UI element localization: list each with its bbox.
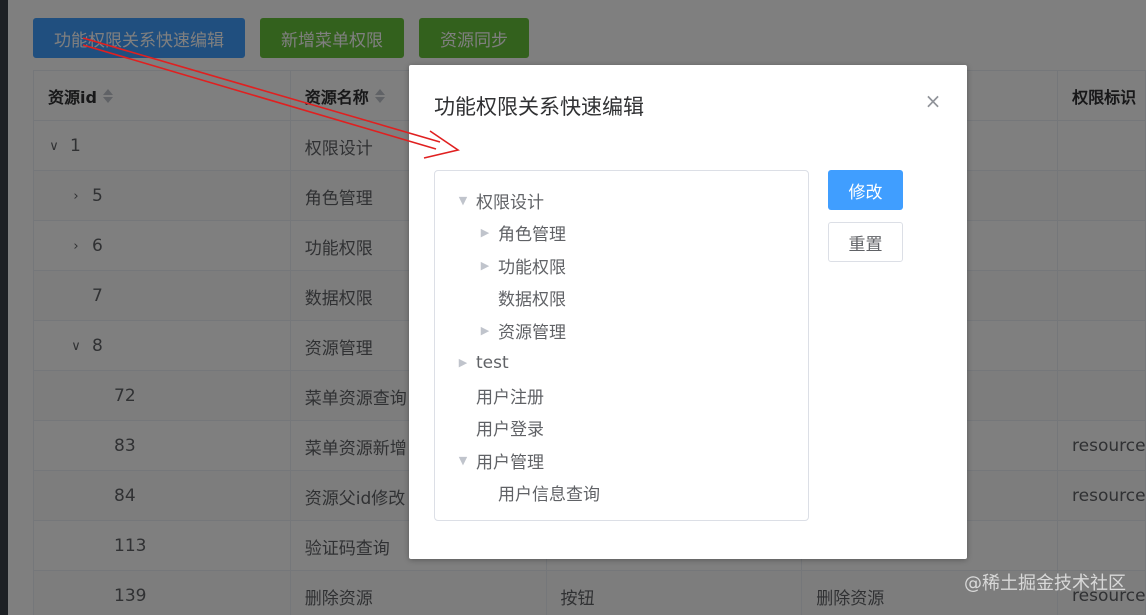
- tree-node[interactable]: ▶ 功能权限: [435, 249, 808, 282]
- tree-node-label: 功能权限: [498, 257, 566, 278]
- caret-down-icon[interactable]: ▼: [453, 194, 473, 207]
- tree-node-label: 用户管理: [476, 452, 544, 473]
- tree-node-label: 资源管理: [498, 322, 566, 343]
- tree-node[interactable]: ▼ 权限设计: [435, 184, 808, 217]
- tree-node[interactable]: 用户登录: [435, 412, 808, 445]
- tree-node[interactable]: 用户注册: [435, 379, 808, 412]
- tree-node-label: 权限设计: [476, 192, 544, 213]
- tree-node-label: 数据权限: [498, 290, 566, 311]
- tree-node-label: test: [476, 352, 509, 373]
- tree-node[interactable]: ▼ 用户管理: [435, 444, 808, 477]
- close-icon[interactable]: ×: [923, 91, 943, 111]
- tree-node-label: 用户登录: [476, 420, 544, 441]
- tree-node-label: 用户信息查询: [498, 485, 600, 506]
- tree-node-label: 用户注册: [476, 387, 544, 408]
- watermark: @稀土掘金技术社区: [964, 573, 1126, 594]
- tree-node[interactable]: ▶ test: [435, 347, 808, 380]
- caret-right-icon[interactable]: ▶: [475, 259, 495, 272]
- tree-node-label: 角色管理: [498, 225, 566, 246]
- caret-down-icon[interactable]: ▼: [453, 454, 473, 467]
- caret-right-icon[interactable]: ▶: [475, 226, 495, 239]
- tree-node[interactable]: ▶ 资源管理: [435, 314, 808, 347]
- tree-node[interactable]: 数据权限: [435, 282, 808, 315]
- tree-node[interactable]: ▶ 角色管理: [435, 217, 808, 250]
- caret-right-icon[interactable]: ▶: [475, 324, 495, 337]
- caret-right-icon[interactable]: ▶: [453, 356, 473, 369]
- permission-tree: ▼ 权限设计 ▶ 角色管理 ▶ 功能权限 数据权限 ▶ 资源管理 ▶ test 用户注册 用户登录 ▼ 用户…: [434, 170, 809, 521]
- quick-edit-dialog: 功能权限关系快速编辑 × ▼ 权限设计 ▶ 角色管理 ▶ 功能权限 数据权限 ▶ 资源管理 ▶ te…: [409, 65, 967, 559]
- edit-button[interactable]: 修改: [828, 170, 903, 210]
- dialog-title: 功能权限关系快速编辑: [434, 95, 644, 119]
- reset-button[interactable]: 重置: [828, 222, 903, 262]
- tree-node[interactable]: 用户信息查询: [435, 477, 808, 510]
